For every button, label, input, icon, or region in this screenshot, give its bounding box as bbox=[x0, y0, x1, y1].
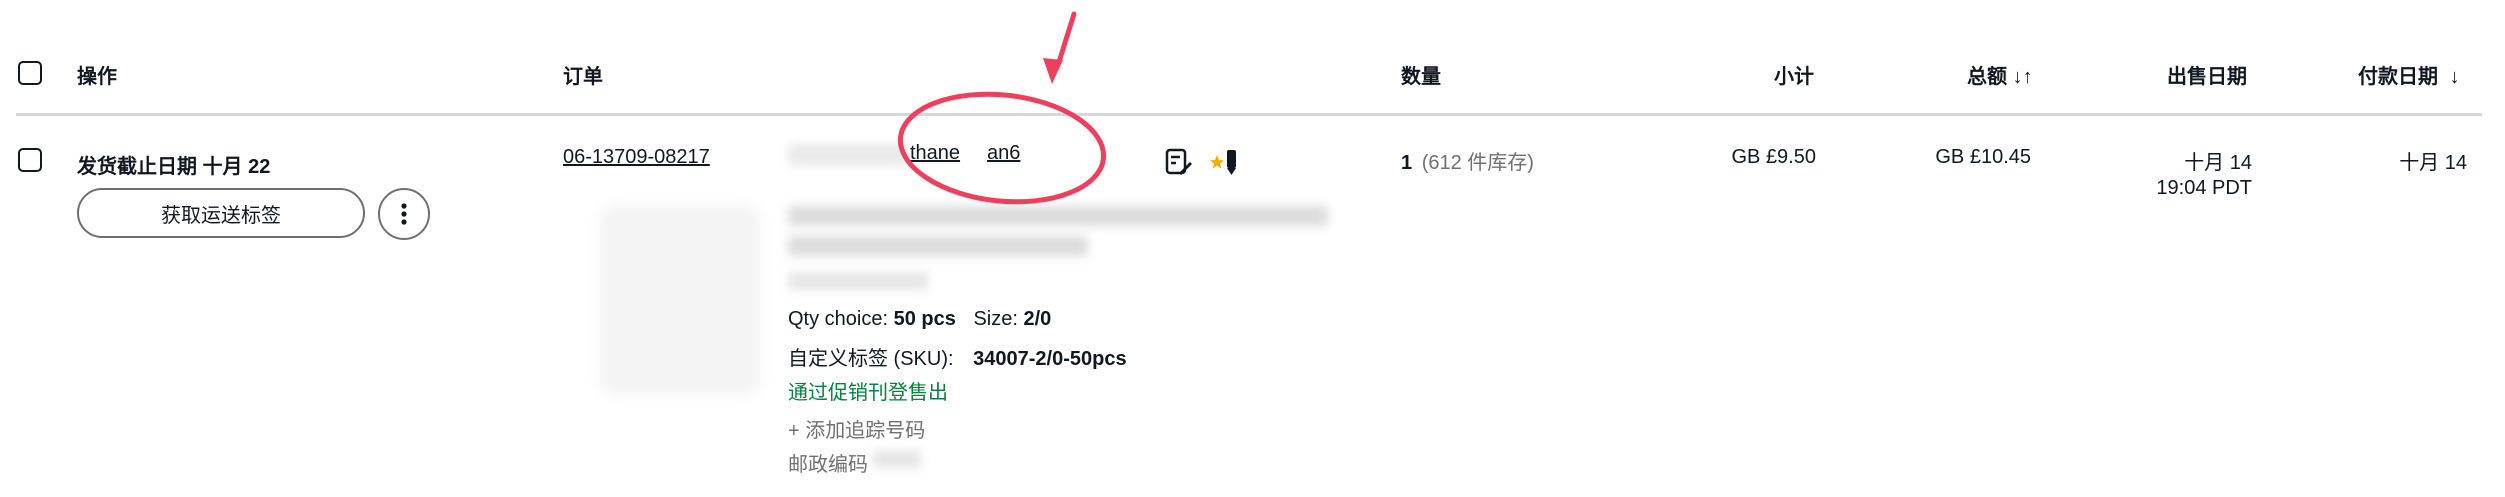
quantity-cell: 1 (612 件库存) bbox=[1401, 146, 1534, 175]
sku-line: 自定义标签 (SKU): 34007-2/0-50pcs bbox=[788, 342, 1127, 371]
header-total[interactable]: 总额 ↓↑ bbox=[1967, 60, 2033, 89]
qty-choice: Qty choice: 50 pcs Size: 2/0 bbox=[788, 308, 1051, 331]
select-all-checkbox[interactable] bbox=[18, 61, 42, 85]
blurred-item-title-line1[interactable] bbox=[788, 206, 1328, 226]
order-number-link[interactable]: 06-13709-08217 bbox=[563, 146, 710, 169]
header-total-label: 总额 bbox=[1967, 66, 2007, 88]
sort-up-down-icon: ↓↑ bbox=[2012, 66, 2033, 88]
size-value: 2/0 bbox=[1023, 308, 1052, 330]
postal-code-label: 邮政编码 bbox=[788, 454, 868, 476]
total-value: GB £10.45 bbox=[1935, 146, 2031, 168]
add-tracking-link[interactable]: + 添加追踪号码 bbox=[788, 414, 925, 443]
quantity-value: 1 bbox=[1401, 152, 1413, 174]
more-actions-button[interactable] bbox=[378, 188, 430, 240]
header-sold-date[interactable]: 出售日期 bbox=[2167, 60, 2247, 89]
qty-choice-label: Qty choice: bbox=[788, 308, 889, 330]
sold-time-value: 19:04 PDT bbox=[2156, 177, 2252, 199]
arrow-down-icon: ↓ bbox=[2449, 66, 2460, 88]
annotation-arrow-head bbox=[1043, 58, 1063, 84]
subtotal-value: GB £9.50 bbox=[1731, 146, 1816, 168]
qty-choice-value: 50 pcs bbox=[893, 308, 956, 330]
note-edit-icon[interactable] bbox=[1163, 147, 1193, 177]
paid-date-value: 十月 14 bbox=[2399, 152, 2467, 174]
header-quantity[interactable]: 数量 bbox=[1401, 60, 1441, 89]
annotation-overlay bbox=[897, 11, 1107, 205]
header-subtotal[interactable]: 小计 bbox=[1774, 60, 1814, 89]
buyer-username-link-2[interactable]: an6 bbox=[987, 142, 1020, 165]
blurred-item-title-line2[interactable] bbox=[788, 236, 1088, 256]
blurred-item-id bbox=[788, 272, 928, 290]
header-divider bbox=[16, 113, 2482, 116]
size-label: Size: bbox=[973, 308, 1018, 330]
promoted-listing-note: 通过促销刊登售出 bbox=[788, 382, 948, 404]
get-shipping-label-button[interactable]: 获取运送标签 bbox=[77, 188, 365, 238]
header-paid-date[interactable]: 付款日期 ↓ bbox=[2358, 60, 2460, 89]
item-thumbnail[interactable] bbox=[600, 205, 760, 395]
header-paid-label: 付款日期 bbox=[2358, 66, 2438, 88]
blurred-postal-code bbox=[873, 450, 921, 468]
buyer-username-link[interactable]: thane bbox=[910, 142, 960, 165]
sku-value: 34007-2/0-50pcs bbox=[973, 348, 1127, 370]
stock-count: (612 件库存) bbox=[1421, 152, 1534, 174]
annotation-arrow-shaft bbox=[1056, 11, 1077, 65]
row-checkbox[interactable] bbox=[18, 148, 42, 172]
header-action: 操作 bbox=[77, 66, 117, 88]
blurred-buyer-prefix bbox=[788, 144, 908, 166]
sku-label: 自定义标签 (SKU): bbox=[788, 348, 954, 370]
sold-date-value: 十月 14 bbox=[2184, 152, 2252, 174]
star-feedback-icon[interactable] bbox=[1208, 147, 1240, 177]
get-shipping-label-text: 获取运送标签 bbox=[161, 204, 281, 227]
more-vertical-icon bbox=[401, 203, 407, 225]
header-order: 订单 bbox=[563, 66, 603, 88]
ship-by-date: 发货截止日期 十月 22 bbox=[77, 156, 271, 178]
